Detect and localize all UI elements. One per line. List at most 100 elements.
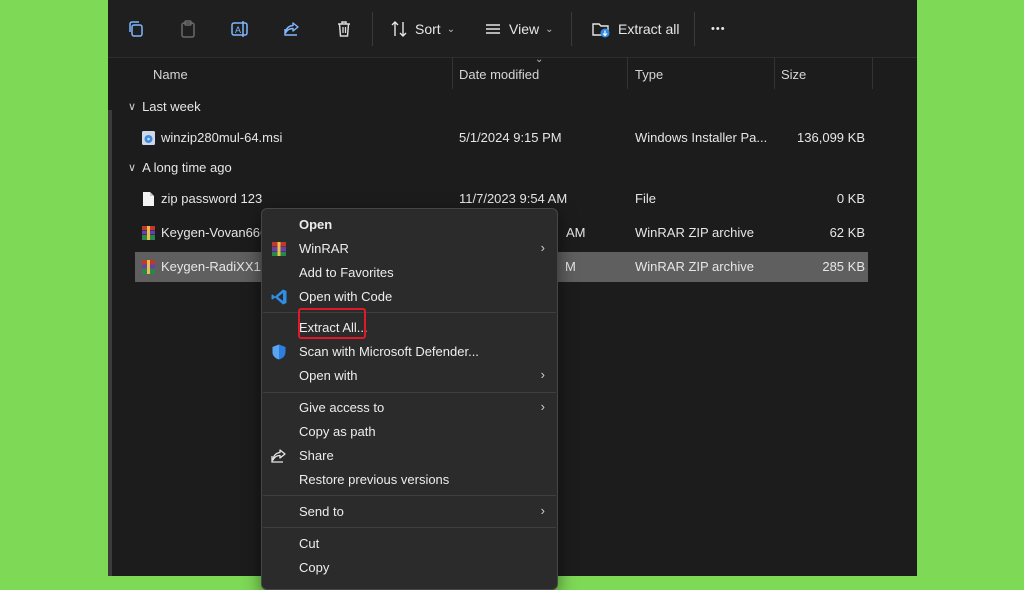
- menu-item-label: Add to Favorites: [299, 265, 394, 280]
- rename-icon: A: [231, 21, 248, 37]
- menu-item-label: Open with Code: [299, 289, 393, 304]
- file-date: 5/1/2024 9:15 PM: [459, 130, 562, 145]
- extract-all-label: Extract all: [618, 21, 680, 37]
- file-type: Windows Installer Pa...: [635, 130, 768, 145]
- rename-button[interactable]: A: [230, 16, 250, 42]
- menu-item-share[interactable]: Share: [262, 444, 557, 468]
- winrar-icon: [142, 260, 155, 274]
- group-label: A long time ago: [142, 160, 232, 175]
- menu-item-open[interactable]: Open: [262, 213, 557, 237]
- sort-button[interactable]: Sort ⌄: [390, 16, 455, 42]
- menu-item-label: Open: [299, 217, 333, 232]
- file-size: 62 KB: [829, 225, 865, 240]
- menu-separator: [263, 392, 556, 393]
- command-bar: A Sort ⌄ View ⌄ Extract all •••: [108, 0, 917, 58]
- svg-text:A: A: [235, 25, 241, 35]
- view-label: View: [509, 21, 540, 37]
- menu-item-label: WinRAR: [299, 241, 349, 256]
- navigation-pane-edge: [108, 110, 112, 576]
- chevron-down-icon: ∨: [128, 162, 137, 174]
- menu-item-label: Scan with Microsoft Defender...: [299, 344, 479, 359]
- menu-item-winrar[interactable]: WinRAR ›: [262, 237, 557, 261]
- file-name: zip password 123: [161, 191, 263, 206]
- file-name: Keygen-Vovan666: [161, 225, 268, 240]
- menu-item-label: Give access to: [299, 400, 385, 415]
- file-size: 136,099 KB: [797, 130, 865, 145]
- column-date-modified[interactable]: Date modified: [459, 67, 539, 82]
- context-menu: Open WinRAR › Add to Favorites Open with…: [261, 208, 558, 590]
- chevron-right-icon: ›: [540, 367, 545, 382]
- winrar-icon: [142, 226, 155, 240]
- menu-item-label: Copy: [299, 560, 330, 575]
- sort-icon: [391, 21, 407, 37]
- column-divider[interactable]: [872, 57, 873, 89]
- column-type[interactable]: Type: [635, 67, 663, 82]
- file-icon: [143, 192, 154, 206]
- menu-separator: [263, 495, 556, 496]
- chevron-down-icon: ∨: [128, 101, 137, 113]
- toolbar-divider: [571, 12, 572, 46]
- copy-button[interactable]: [126, 16, 146, 42]
- column-divider[interactable]: [627, 57, 628, 89]
- more-options-button[interactable]: •••: [711, 16, 726, 42]
- group-label: Last week: [142, 99, 201, 114]
- menu-item-send-to[interactable]: Send to ›: [262, 500, 557, 524]
- menu-item-scan-defender[interactable]: Scan with Microsoft Defender...: [262, 340, 557, 364]
- menu-item-label: Send to: [299, 504, 344, 519]
- trash-icon: [338, 21, 350, 37]
- extract-all-button[interactable]: Extract all: [591, 16, 679, 42]
- paste-button[interactable]: [178, 16, 198, 42]
- menu-item-open-with-code[interactable]: Open with Code: [262, 285, 557, 309]
- copy-icon: [129, 21, 143, 37]
- file-type: WinRAR ZIP archive: [635, 225, 754, 240]
- menu-item-copy[interactable]: Copy: [262, 556, 557, 580]
- share-button[interactable]: [282, 16, 302, 42]
- menu-item-copy-as-path[interactable]: Copy as path: [262, 420, 557, 444]
- file-date: 11/7/2023 9:54 AM: [459, 191, 568, 206]
- winrar-icon: [272, 242, 286, 256]
- menu-item-cut[interactable]: Cut: [262, 532, 557, 556]
- menu-item-add-to-favorites[interactable]: Add to Favorites: [262, 261, 557, 285]
- view-button[interactable]: View ⌄: [484, 16, 553, 42]
- file-name: winzip280mul-64.msi: [161, 130, 283, 145]
- chevron-down-icon: ⌄: [446, 23, 456, 35]
- column-name[interactable]: Name: [153, 67, 188, 82]
- file-row[interactable]: winzip280mul-64.msi 5/1/2024 9:15 PM Win…: [135, 123, 868, 153]
- defender-shield-icon: [272, 344, 286, 360]
- column-divider[interactable]: [452, 57, 453, 89]
- toolbar-divider: [694, 12, 695, 46]
- paste-icon: [181, 20, 195, 38]
- group-header-a-long-time-ago[interactable]: ∨ A long time ago: [128, 160, 232, 175]
- more-icon: •••: [711, 23, 726, 35]
- view-list-icon: [486, 24, 500, 34]
- extract-folder-icon: [592, 23, 610, 38]
- extract-all-highlight-box: [298, 308, 366, 339]
- file-date: M: [565, 259, 576, 274]
- file-size: 0 KB: [836, 191, 865, 206]
- share-icon: [271, 449, 286, 463]
- column-header-row: Name Date modified ⌄ Type Size: [108, 54, 917, 89]
- file-type: File: [635, 191, 656, 206]
- menu-item-give-access[interactable]: Give access to ›: [262, 396, 557, 420]
- file-name: Keygen-RadiXX11: [161, 259, 267, 274]
- toolbar-divider: [372, 12, 373, 46]
- menu-item-label: Copy as path: [299, 424, 376, 439]
- menu-item-label: Open with: [299, 368, 358, 383]
- menu-separator: [263, 527, 556, 528]
- menu-item-open-with[interactable]: Open with ›: [262, 364, 557, 388]
- menu-item-label: Share: [299, 448, 334, 463]
- menu-item-label: Restore previous versions: [299, 472, 450, 487]
- chevron-down-icon: ⌄: [545, 23, 554, 35]
- file-date: AM: [566, 225, 586, 240]
- chevron-right-icon: ›: [540, 503, 545, 518]
- menu-item-label: Cut: [299, 536, 320, 551]
- sort-indicator-icon: ⌄: [535, 54, 544, 65]
- sort-label: Sort: [415, 21, 441, 37]
- group-header-last-week[interactable]: ∨ Last week: [128, 99, 201, 114]
- chevron-right-icon: ›: [540, 240, 545, 255]
- column-divider[interactable]: [774, 57, 775, 89]
- column-size[interactable]: Size: [781, 67, 806, 82]
- menu-item-restore-previous-versions[interactable]: Restore previous versions: [262, 468, 557, 492]
- file-type: WinRAR ZIP archive: [635, 259, 754, 274]
- delete-button[interactable]: [334, 16, 354, 42]
